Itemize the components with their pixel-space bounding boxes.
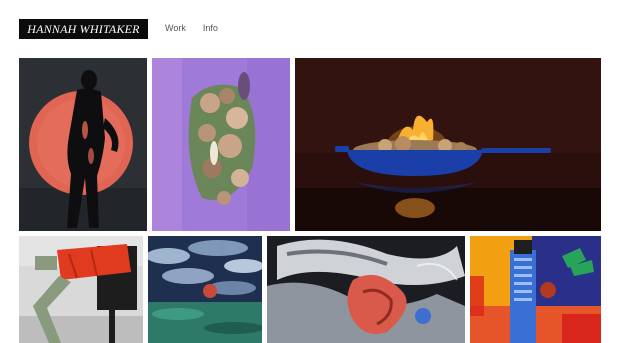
gallery-tile-red-skirt[interactable] — [19, 236, 143, 343]
gallery-tile-clouds[interactable] — [148, 236, 262, 343]
gallery-tile-pan-fire[interactable] — [295, 58, 601, 231]
gallery-tile-blue-tower[interactable] — [470, 236, 601, 343]
gallery-tile-silhouette[interactable] — [19, 58, 147, 231]
nav-link-work[interactable]: Work — [165, 23, 186, 33]
cloud-landscape-photo — [148, 236, 262, 343]
gallery-tile-mushrooms[interactable] — [152, 58, 290, 231]
silhouette-figure-photo — [19, 58, 147, 231]
mushroom-still-life-photo — [152, 58, 290, 231]
red-skirt-mannequin-photo — [19, 236, 143, 343]
blue-tower-collage-photo — [470, 236, 601, 343]
main-nav: Work Info — [165, 23, 218, 33]
nav-link-info[interactable]: Info — [203, 23, 218, 33]
cast-iron-pan-fire-photo — [295, 58, 601, 231]
abstract-chrome-sculpture-photo — [267, 236, 465, 343]
site-logo[interactable]: HANNAH WHITAKER — [19, 19, 148, 39]
gallery-tile-chrome[interactable] — [267, 236, 465, 343]
